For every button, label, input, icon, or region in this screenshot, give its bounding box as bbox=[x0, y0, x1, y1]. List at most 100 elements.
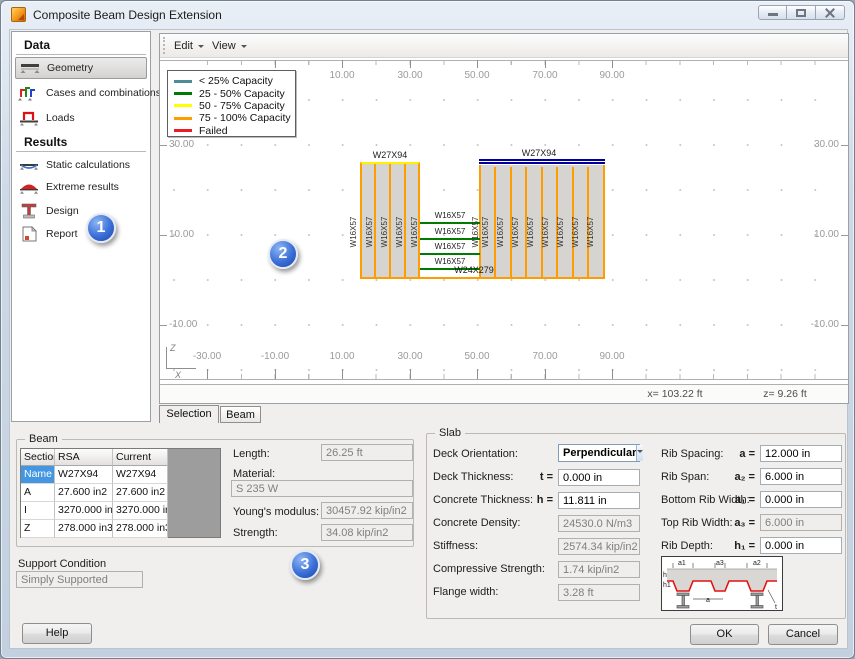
selected-beam-line[interactable] bbox=[479, 162, 605, 164]
divider bbox=[16, 54, 146, 55]
ruler-label: 10.00 bbox=[329, 70, 355, 81]
table-row[interactable]: A 27.600 in2 27.600 in2 bbox=[21, 484, 168, 502]
dialog-content: Data Geometry Cases and combinations Loa… bbox=[9, 29, 849, 649]
girder-line[interactable] bbox=[360, 277, 605, 279]
maximize-button[interactable] bbox=[787, 5, 816, 20]
ruler-label: 70.00 bbox=[532, 70, 558, 81]
divider bbox=[16, 151, 146, 152]
bottom-rib-width-symbol: a₁ = bbox=[734, 494, 755, 506]
selected-beam-line[interactable] bbox=[479, 159, 605, 161]
toolbar-drag-handle[interactable] bbox=[163, 37, 166, 54]
plot-area[interactable]: -10.00 10.00 30.00 50.00 70.00 90.00 30.… bbox=[160, 58, 848, 384]
length-field: 26.25 ft bbox=[321, 444, 413, 461]
beam-group: Beam Section RSA Current Name W27X94 W27… bbox=[16, 433, 414, 547]
maximize-icon bbox=[796, 9, 806, 17]
diagram-label-a1: a1 bbox=[678, 560, 686, 567]
cursor-z-coordinate: z= 9.26 ft bbox=[763, 388, 807, 400]
table-header-row: Section RSA Current bbox=[21, 449, 168, 466]
minimize-button[interactable] bbox=[758, 5, 787, 20]
legend-swatch bbox=[174, 79, 192, 83]
view-menu[interactable]: View bbox=[208, 38, 251, 54]
edit-menu[interactable]: Edit bbox=[170, 38, 208, 54]
infill-label: W16X57 bbox=[410, 216, 419, 248]
compressive-strength-field: 1.74 kip/in2 bbox=[558, 561, 640, 578]
infill-label: W16X57 bbox=[526, 216, 535, 248]
section-table[interactable]: Section RSA Current Name W27X94 W27X94 A… bbox=[20, 448, 221, 538]
infill-label: W16X57 bbox=[541, 216, 550, 248]
ok-button[interactable]: OK bbox=[690, 624, 759, 645]
table-row[interactable]: Name W27X94 W27X94 bbox=[21, 466, 168, 484]
titlebar[interactable]: Composite Beam Design Extension bbox=[1, 1, 854, 29]
support-condition-field: Simply Supported bbox=[16, 571, 143, 588]
ruler-label: 30.00 bbox=[397, 70, 423, 81]
deck-orientation-select[interactable]: Perpendicular bbox=[558, 444, 644, 462]
ruler-label: 10.00 bbox=[169, 229, 195, 240]
deck-thickness-input[interactable]: 0.000 in bbox=[558, 469, 640, 486]
concrete-density-label: Concrete Density: bbox=[433, 517, 521, 529]
cursor-x-coordinate: x= 103.22 ft bbox=[647, 388, 703, 400]
sidebar-item-geometry[interactable]: Geometry bbox=[15, 57, 147, 79]
rib-depth-input[interactable]: 0.000 in bbox=[760, 537, 842, 554]
loads-icon bbox=[18, 110, 42, 126]
sidebar-item-loads[interactable]: Loads bbox=[15, 107, 147, 129]
beam-group-label: Beam bbox=[25, 433, 62, 445]
table-row[interactable]: Z 278.000 in3 278.000 in3 bbox=[21, 520, 168, 538]
sidebar-item-report[interactable]: Report bbox=[15, 223, 147, 245]
slab-group: Slab Deck Orientation: Perpendicular Dec… bbox=[426, 427, 846, 619]
diagram-label-a: a bbox=[706, 597, 710, 604]
window-title: Composite Beam Design Extension bbox=[33, 8, 222, 22]
viewport-toolbar: Edit View bbox=[160, 34, 848, 58]
tab-selection[interactable]: Selection bbox=[159, 405, 219, 423]
strength-field: 34.08 kip/in2 bbox=[321, 524, 413, 541]
rib-span-symbol: a₂ = bbox=[734, 471, 756, 483]
ruler-label: 50.00 bbox=[464, 70, 490, 81]
concrete-thickness-input[interactable]: 11.811 in bbox=[558, 492, 640, 509]
sidebar-item-design[interactable]: Design bbox=[15, 200, 147, 222]
ruler-line-bottom bbox=[160, 379, 848, 380]
ruler-label: 10.00 bbox=[329, 351, 355, 362]
callout-badge-2: 2 bbox=[268, 239, 298, 269]
bottom-rib-width-input[interactable]: 0.000 in bbox=[760, 491, 842, 508]
infill-label: W16X57 bbox=[586, 216, 595, 248]
sidebar-item-static-calculations[interactable]: Static calculations bbox=[15, 154, 147, 176]
deck-profile-diagram: a1 a3 a2 h h1 a t bbox=[661, 556, 783, 611]
ruler-label: -30.00 bbox=[192, 351, 222, 362]
ruler-label: 70.00 bbox=[532, 351, 558, 362]
top-rib-width-symbol: a₃ = bbox=[734, 517, 755, 529]
sidebar-section-results: Results bbox=[24, 135, 68, 149]
legend-swatch bbox=[174, 104, 192, 108]
infill-label: W16X57 bbox=[365, 216, 374, 248]
diagram-label-a3: a3 bbox=[716, 560, 724, 567]
sidebar: Data Geometry Cases and combinations Loa… bbox=[11, 31, 161, 422]
static-calculations-icon bbox=[18, 157, 42, 173]
sidebar-item-cases[interactable]: Cases and combinations bbox=[15, 82, 161, 104]
minimize-icon bbox=[768, 13, 778, 16]
rib-spacing-symbol: a = bbox=[739, 448, 755, 460]
youngs-modulus-label: Young's modulus: bbox=[233, 506, 320, 518]
geometry-icon bbox=[19, 60, 43, 76]
close-button[interactable] bbox=[816, 5, 845, 20]
stiffness-label: Stiffness: bbox=[433, 540, 479, 552]
diagram-label-t: t bbox=[775, 604, 777, 610]
ruler-label: -10.00 bbox=[169, 319, 198, 330]
top-rib-width-field: 6.000 in bbox=[760, 514, 842, 531]
length-label: Length: bbox=[233, 448, 270, 460]
infill-label: W16X57 bbox=[511, 216, 520, 248]
cancel-button[interactable]: Cancel bbox=[768, 624, 838, 645]
legend-swatch bbox=[174, 92, 192, 96]
tab-beam[interactable]: Beam bbox=[220, 406, 261, 423]
rib-spacing-input[interactable]: 12.000 in bbox=[760, 445, 842, 462]
dropdown-arrow-icon[interactable] bbox=[636, 445, 644, 461]
ruler-label: 90.00 bbox=[599, 351, 625, 362]
callout-badge-1: 1 bbox=[86, 213, 116, 243]
help-button[interactable]: Help bbox=[22, 623, 92, 644]
table-row[interactable]: I 3270.000 in4 3270.000 in4 bbox=[21, 502, 168, 520]
app-icon bbox=[11, 7, 26, 22]
infill-label: W16X57 bbox=[496, 216, 505, 248]
rib-span-input[interactable]: 6.000 in bbox=[760, 468, 842, 485]
ruler-label: 50.00 bbox=[464, 351, 490, 362]
slab-group-label: Slab bbox=[435, 427, 466, 439]
callout-badge-3: 3 bbox=[290, 550, 320, 580]
deck-thickness-symbol: t = bbox=[539, 471, 553, 483]
sidebar-item-extreme-results[interactable]: Extreme results bbox=[15, 176, 147, 198]
